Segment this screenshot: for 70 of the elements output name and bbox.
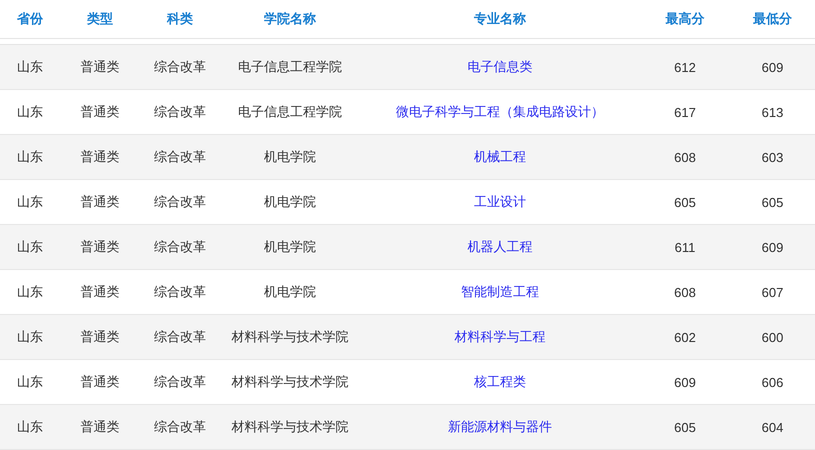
table-cell: 613 bbox=[762, 104, 784, 120]
table-cell: 602 bbox=[674, 330, 696, 344]
column-header: 最低分 bbox=[753, 10, 792, 28]
table-cell: 608 bbox=[674, 284, 696, 300]
major-link[interactable]: 智能制造工程 bbox=[461, 283, 539, 301]
table-cell: 机电学院 bbox=[264, 193, 316, 211]
table-cell: 机电学院 bbox=[264, 238, 316, 256]
major-link[interactable]: 工业设计 bbox=[474, 193, 526, 211]
table-cell: 电子信息工程学院 bbox=[238, 58, 342, 76]
major-link[interactable]: 机器人工程 bbox=[468, 238, 532, 256]
column-header: 省份 bbox=[17, 10, 43, 28]
table-cell: 山东 bbox=[17, 418, 43, 436]
table-cell: 材料科学与技术学院 bbox=[232, 418, 348, 436]
table-cell: 604 bbox=[762, 420, 784, 434]
table-cell: 机电学院 bbox=[264, 148, 316, 166]
major-link[interactable]: 新能源材料与器件 bbox=[448, 418, 552, 436]
table-cell: 材料科学与技术学院 bbox=[232, 373, 348, 391]
table-cell: 山东 bbox=[17, 148, 43, 166]
table-cell: 山东 bbox=[17, 193, 43, 211]
table-cell: 综合改革 bbox=[154, 103, 206, 121]
table-cell: 普通类 bbox=[80, 418, 120, 436]
table-cell: 609 bbox=[762, 60, 784, 74]
table-cell: 山东 bbox=[17, 103, 43, 121]
table-cell: 综合改革 bbox=[154, 238, 206, 256]
table-cell: 606 bbox=[762, 374, 784, 390]
column-header: 学院名称 bbox=[264, 10, 316, 28]
table-cell: 综合改革 bbox=[154, 58, 206, 76]
table-cell: 600 bbox=[762, 330, 784, 344]
table-cell: 综合改革 bbox=[154, 328, 206, 346]
table-cell: 普通类 bbox=[80, 373, 120, 391]
table-cell: 605 bbox=[762, 194, 784, 210]
table-cell: 608 bbox=[674, 150, 696, 164]
table-cell: 山东 bbox=[17, 328, 43, 346]
table-cell: 普通类 bbox=[80, 58, 120, 76]
table-cell: 605 bbox=[674, 420, 696, 434]
table-cell: 综合改革 bbox=[154, 148, 206, 166]
major-link[interactable]: 电子信息类 bbox=[468, 58, 532, 76]
major-link[interactable]: 材料科学与工程 bbox=[454, 328, 546, 346]
major-link[interactable]: 机械工程 bbox=[474, 148, 526, 166]
table-cell: 普通类 bbox=[80, 328, 120, 346]
table-cell: 607 bbox=[762, 284, 784, 300]
major-link[interactable]: 微电子科学与工程（集成电路设计） bbox=[396, 103, 604, 121]
table-cell: 605 bbox=[674, 194, 696, 210]
column-header: 类型 bbox=[87, 10, 113, 28]
table-cell: 609 bbox=[762, 240, 784, 254]
column-header: 专业名称 bbox=[474, 10, 526, 28]
table-cell: 普通类 bbox=[80, 193, 120, 211]
table-cell: 611 bbox=[674, 240, 696, 254]
table-cell: 山东 bbox=[17, 283, 43, 301]
table-cell: 603 bbox=[762, 150, 784, 164]
table-cell: 综合改革 bbox=[154, 373, 206, 391]
table-cell: 普通类 bbox=[80, 103, 120, 121]
table-cell: 609 bbox=[674, 374, 696, 390]
table-cell: 机电学院 bbox=[264, 283, 316, 301]
table-cell: 综合改革 bbox=[154, 283, 206, 301]
table-cell: 山东 bbox=[17, 238, 43, 256]
table-cell: 山东 bbox=[17, 373, 43, 391]
column-header: 最高分 bbox=[666, 10, 704, 28]
table-cell: 普通类 bbox=[80, 283, 120, 301]
table-cell: 电子信息工程学院 bbox=[238, 103, 342, 121]
table-cell: 综合改革 bbox=[154, 193, 206, 211]
table-cell: 普通类 bbox=[80, 148, 120, 166]
column-header: 科类 bbox=[167, 10, 193, 28]
table-cell: 普通类 bbox=[80, 238, 120, 256]
table-cell: 617 bbox=[674, 104, 696, 120]
major-link[interactable]: 核工程类 bbox=[474, 373, 526, 391]
table-cell: 综合改革 bbox=[154, 418, 206, 436]
table-cell: 612 bbox=[674, 60, 696, 74]
table-cell: 材料科学与技术学院 bbox=[232, 328, 348, 346]
table-cell: 山东 bbox=[17, 58, 43, 76]
